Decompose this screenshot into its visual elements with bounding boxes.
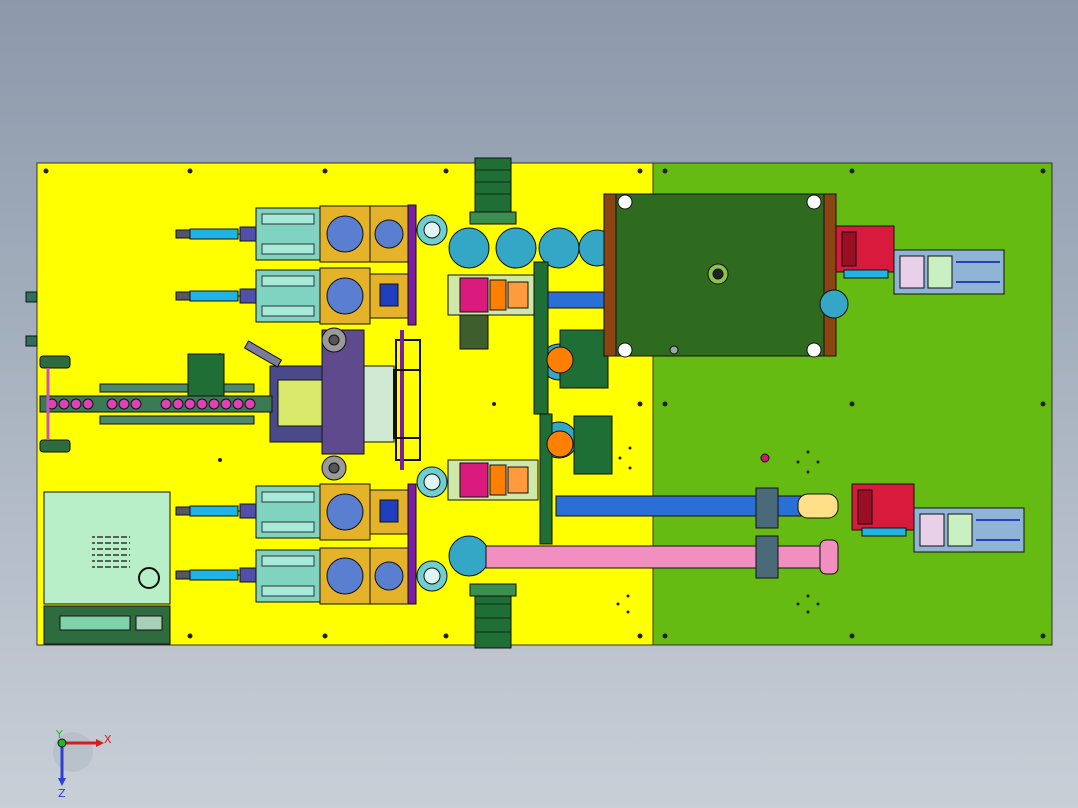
axis-triad: X Y Z xyxy=(53,728,112,800)
feeder-module-2[interactable] xyxy=(255,267,409,325)
axis-y-label: Y xyxy=(55,728,63,741)
blue-belt-top[interactable] xyxy=(547,291,605,309)
axis-x-label: X xyxy=(104,733,112,746)
cad-viewport[interactable]: X Y Z xyxy=(0,0,1078,808)
side-connectors xyxy=(25,291,38,347)
top-motor[interactable] xyxy=(469,157,517,225)
control-box[interactable] xyxy=(43,491,171,645)
indicator-light xyxy=(760,453,770,463)
bottom-motor[interactable] xyxy=(469,583,517,649)
axis-z-label: Z xyxy=(58,787,66,800)
blue-belt-bottom[interactable] xyxy=(555,493,839,519)
main-chassis[interactable] xyxy=(603,193,849,358)
